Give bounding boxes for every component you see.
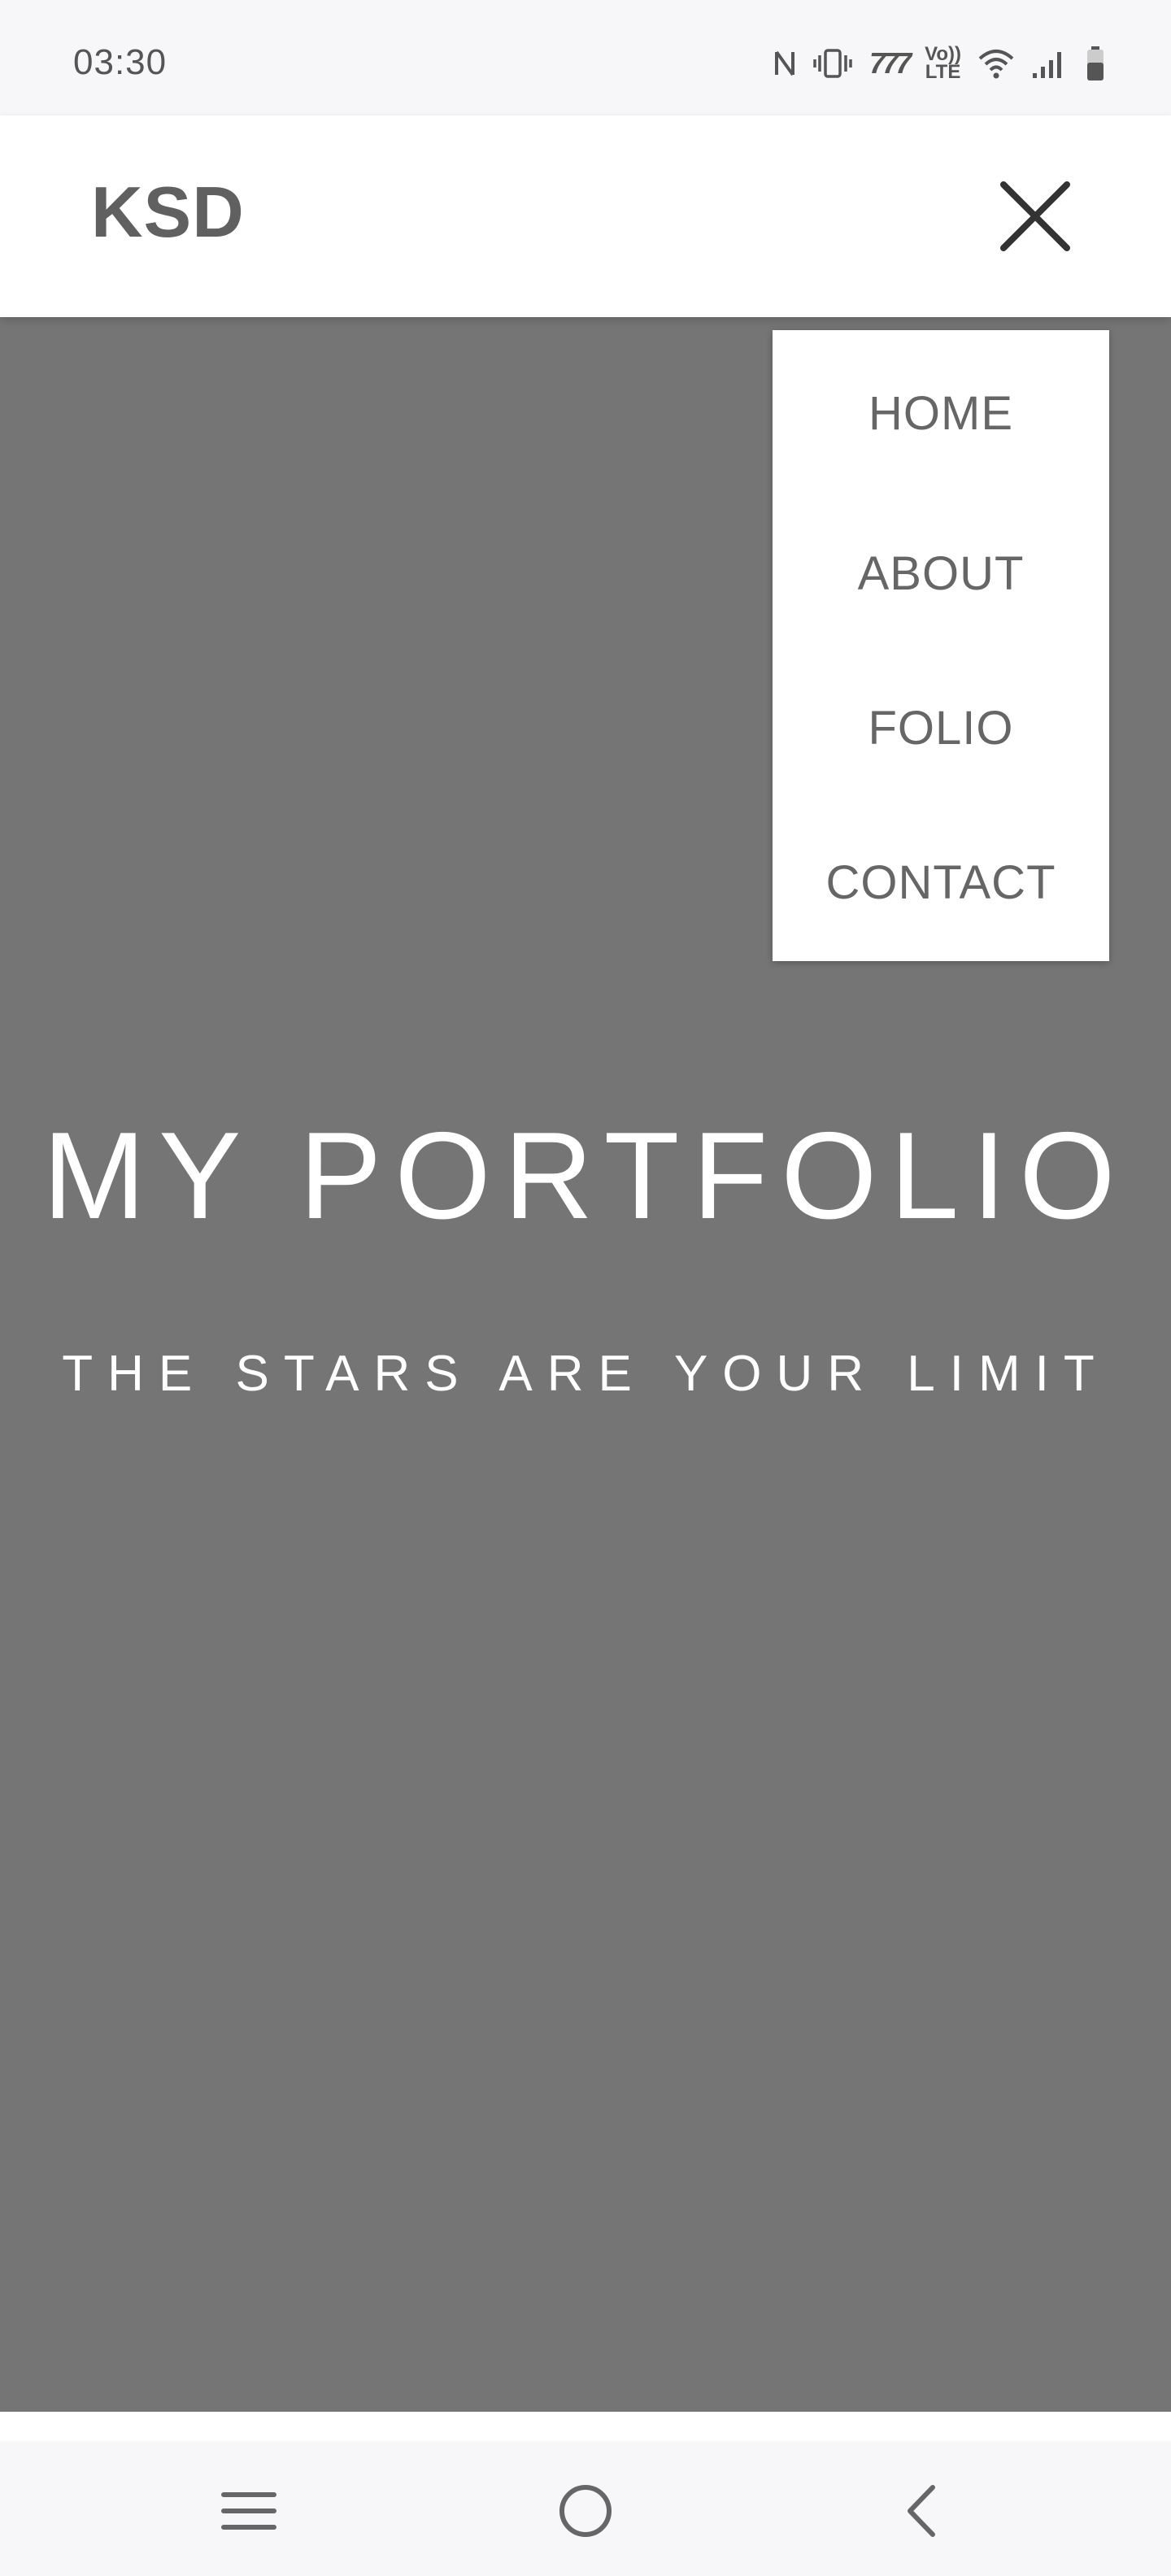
nav-item-folio[interactable]: FOLIO [773,651,1109,805]
system-nav-bar [0,2441,1171,2576]
volte-icon: Vo)) LTE [925,43,961,83]
nav-item-about[interactable]: ABOUT [773,496,1109,651]
back-button[interactable] [872,2470,969,2552]
close-menu-button[interactable] [990,176,1080,257]
recent-apps-button[interactable] [200,2470,298,2552]
home-icon [559,2485,612,2537]
nfc-icon [775,50,795,76]
menu-icon [221,2492,276,2530]
speed-icon: 777 [869,46,912,80]
battery-icon [1087,46,1104,80]
status-bar: 03:30 777 Vo)) LTE [0,0,1171,115]
signal-icon [1033,52,1061,78]
page-footer-strip [0,2412,1171,2441]
nav-menu: HOME ABOUT FOLIO CONTACT [773,330,1109,961]
status-icons: 777 Vo)) LTE [773,42,1106,85]
back-icon [908,2485,935,2537]
status-time: 03:30 [73,42,168,82]
close-icon [1000,181,1070,251]
brand-logo[interactable]: KSD [91,171,245,254]
home-button[interactable] [537,2470,634,2552]
hero-subtitle: THE STARS ARE YOUR LIMIT [62,1346,1109,1402]
nav-item-contact[interactable]: CONTACT [773,805,1109,959]
vibrate-icon [813,49,852,78]
hero-title: MY PORTFOLIO [42,1107,1129,1245]
wifi-icon [978,50,1014,79]
nav-item-home[interactable]: HOME [773,330,1109,496]
